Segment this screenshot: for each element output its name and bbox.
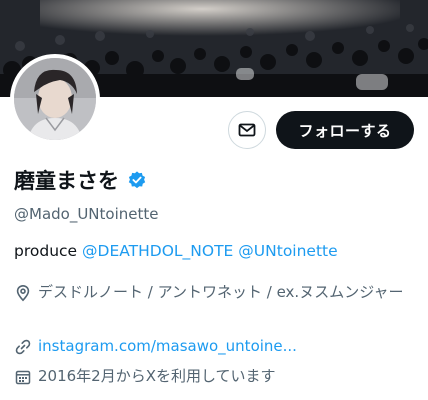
bio-mention-deathdol[interactable]: @DEATHDOL_NOTE	[82, 242, 233, 260]
joined-text: 2016年2月からXを利用しています	[38, 367, 276, 385]
user-handle: @Mado_UNtoinette	[14, 205, 159, 223]
calendar-icon	[15, 370, 31, 385]
website-link[interactable]: instagram.com/masawo_untoine...	[38, 336, 297, 357]
profile-website: instagram.com/masawo_untoine...	[14, 336, 297, 357]
bio-text: produce	[14, 242, 83, 260]
link-icon	[15, 339, 31, 355]
bio-mention-untoinette[interactable]: @UNtoinette	[238, 242, 337, 260]
mail-icon	[238, 123, 256, 137]
verified-badge-icon[interactable]	[127, 170, 147, 190]
avatar-image	[14, 58, 96, 140]
profile-bio: produce @DEATHDOL_NOTE @UNtoinette	[14, 242, 338, 260]
follow-button[interactable]: フォローする	[276, 111, 414, 149]
profile-joined-date: 2016年2月からXを利用しています	[14, 366, 276, 387]
location-pin-icon	[16, 284, 30, 302]
message-button[interactable]	[228, 111, 266, 149]
profile-location: デスドルノート / アントワネット / ex.ヌスムンジャー	[14, 282, 414, 303]
location-text: デスドルノート / アントワネット / ex.ヌスムンジャー	[38, 283, 404, 301]
profile-avatar[interactable]	[10, 54, 100, 144]
display-name-row: 磨童まさを	[14, 164, 147, 196]
display-name: 磨童まさを	[14, 169, 119, 193]
